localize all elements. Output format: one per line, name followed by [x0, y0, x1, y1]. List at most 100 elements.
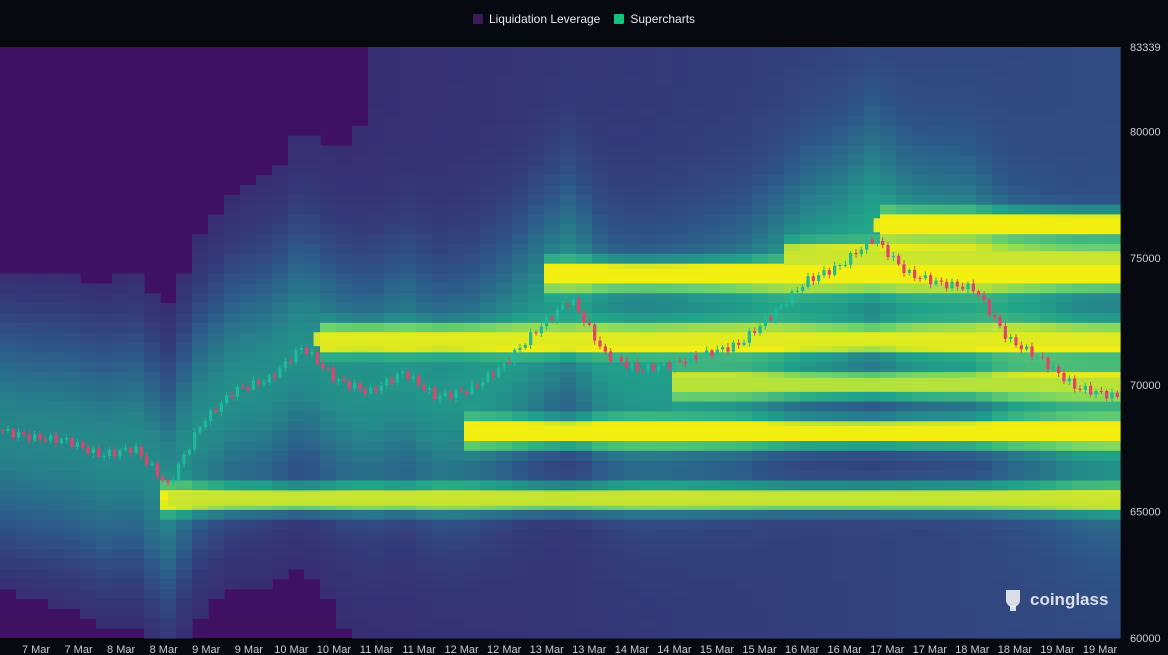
heatmap-cell — [400, 431, 417, 442]
heatmap-cell — [464, 244, 481, 255]
candle-body — [214, 409, 218, 412]
heatmap-cell — [80, 381, 97, 393]
heatmap-cell — [720, 549, 737, 560]
heatmap-cell — [976, 391, 993, 403]
heatmap-cell — [320, 214, 337, 225]
heatmap-cell — [576, 253, 593, 265]
heatmap-cell — [416, 234, 433, 245]
heatmap-cell — [80, 500, 97, 511]
heatmap-cell — [864, 293, 881, 304]
heatmap-cell — [672, 145, 689, 156]
heatmap-cell — [0, 460, 17, 472]
heatmap-cell — [624, 145, 641, 156]
heatmap-cell — [224, 293, 241, 304]
heatmap-cell — [976, 529, 993, 540]
candle-body — [1009, 337, 1013, 339]
heatmap-cell — [560, 47, 577, 58]
heatmap-cell — [400, 155, 417, 166]
heatmap-cell — [288, 214, 305, 225]
heatmap-cell — [720, 106, 737, 117]
heatmap-cell — [992, 96, 1009, 107]
heatmap-cell — [608, 529, 625, 540]
candle-body — [417, 376, 421, 386]
liquidation-heatmap-chart[interactable]: 8333980000750007000065000600007 Mar 7 Mar… — [0, 0, 1168, 655]
heatmap-cell — [128, 529, 145, 540]
heatmap-cell — [736, 529, 753, 540]
heatmap-cell — [864, 283, 881, 294]
heatmap-cell — [416, 578, 433, 590]
candle-body — [705, 350, 709, 357]
heatmap-cell — [736, 519, 753, 531]
heatmap-cell — [576, 244, 593, 255]
heatmap-cell — [496, 509, 513, 521]
heatmap-cell — [80, 569, 97, 580]
heatmap-cell — [416, 391, 433, 403]
heatmap-cell — [416, 519, 433, 531]
heatmap-cell — [896, 529, 913, 540]
heatmap-cell — [240, 204, 257, 215]
heatmap-cell — [528, 244, 545, 255]
heatmap-cell — [368, 165, 385, 176]
heatmap-cell — [416, 352, 433, 363]
heatmap-cell — [752, 450, 769, 462]
heatmap-cell — [464, 76, 481, 87]
liquidation-band — [672, 377, 1120, 392]
heatmap-cell — [736, 480, 753, 491]
heatmap-cell — [624, 135, 641, 146]
heatmap-cell — [224, 204, 241, 215]
heatmap-cell — [784, 509, 801, 521]
heatmap-cell — [816, 293, 833, 304]
heatmap-cell — [880, 628, 897, 639]
heatmap-cell — [256, 539, 273, 550]
heatmap-cell — [128, 559, 145, 570]
heatmap-cell — [0, 381, 17, 393]
heatmap-cell — [464, 56, 481, 68]
heatmap-cell — [928, 529, 945, 540]
y-tick-label: 83339 — [1130, 42, 1161, 54]
heatmap-cell — [128, 293, 145, 304]
heatmap-cell — [64, 450, 81, 462]
x-tick-label: 16 Mar — [828, 644, 863, 655]
heatmap-cell — [576, 519, 593, 531]
heatmap-cell — [400, 381, 417, 393]
heatmap-cell — [528, 194, 545, 206]
heatmap-cell — [224, 214, 241, 225]
heatmap-cell — [560, 155, 577, 166]
heatmap-cell — [752, 56, 769, 68]
heatmap-cell — [96, 569, 113, 580]
candle-body — [251, 380, 255, 390]
heatmap-cell — [896, 106, 913, 117]
heatmap-cell — [640, 598, 657, 609]
heatmap-cell — [688, 460, 705, 472]
heatmap-cell — [368, 204, 385, 215]
heatmap-cell — [1104, 155, 1121, 166]
heatmap-cell — [1072, 293, 1089, 304]
heatmap-cell — [656, 480, 673, 491]
heatmap-cell — [576, 381, 593, 393]
heatmap-cell — [832, 76, 849, 87]
heatmap-cell — [256, 175, 273, 186]
heatmap-cell — [880, 56, 897, 68]
candle-body — [267, 375, 271, 383]
heatmap-cell — [512, 244, 529, 255]
heatmap-cell — [160, 391, 177, 403]
heatmap-cell — [1056, 145, 1073, 156]
heatmap-cell — [272, 342, 289, 353]
heatmap-cell — [640, 106, 657, 117]
heatmap-cell — [656, 549, 673, 560]
heatmap-cell — [192, 303, 209, 314]
heatmap-cell — [624, 618, 641, 629]
heatmap-cell — [48, 293, 65, 304]
heatmap-cell — [0, 322, 17, 334]
heatmap-cell — [784, 66, 801, 78]
heatmap-cell — [400, 116, 417, 127]
heatmap-cell — [720, 184, 737, 196]
heatmap-cell — [944, 391, 961, 403]
heatmap-cell — [1072, 322, 1089, 334]
heatmap-cell — [672, 224, 689, 235]
heatmap-cell — [976, 135, 993, 146]
heatmap-cell — [1104, 352, 1121, 363]
heatmap-cell — [992, 539, 1009, 550]
heatmap-cell — [800, 47, 817, 58]
heatmap-cell — [1040, 86, 1057, 97]
